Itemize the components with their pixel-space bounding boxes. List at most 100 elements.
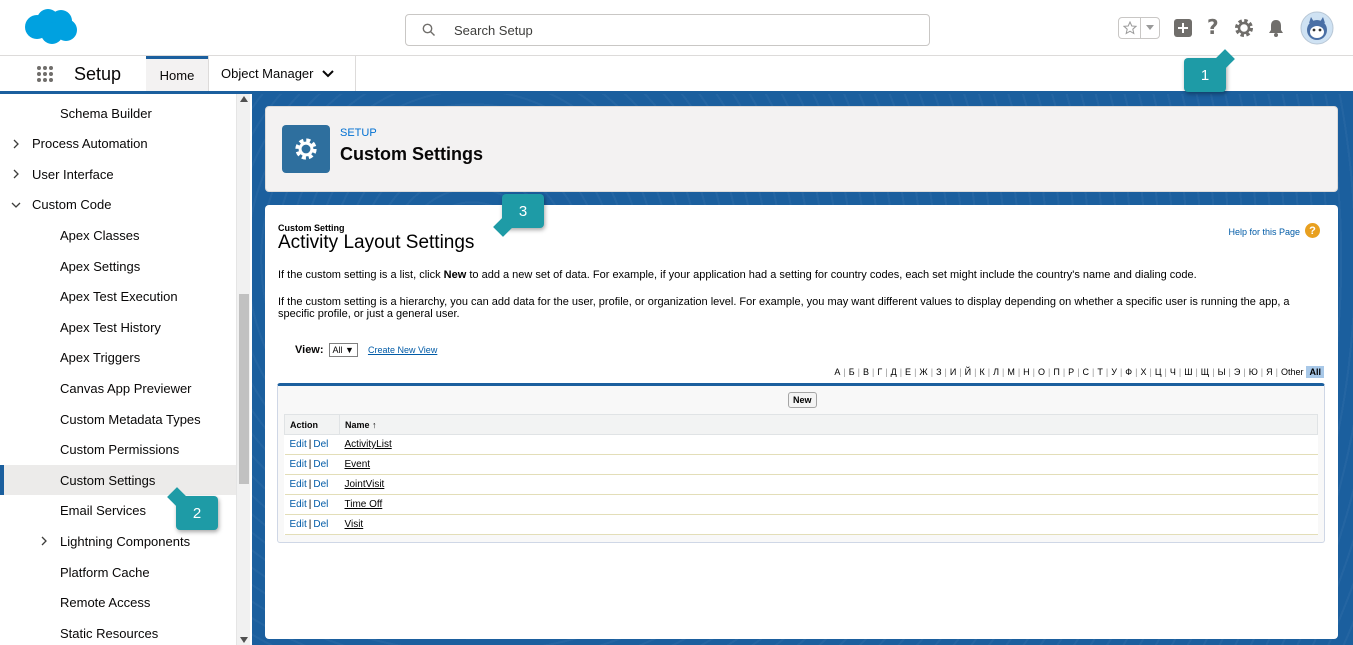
chevron-right-icon[interactable]: [10, 139, 22, 149]
record-name-link[interactable]: Visit: [345, 519, 364, 530]
alphabet-letter[interactable]: И: [950, 367, 956, 377]
record-name-link[interactable]: ActivityList: [345, 439, 392, 450]
sidebar-item-user-interface[interactable]: User Interface: [0, 159, 236, 189]
favorites-group[interactable]: [1118, 17, 1160, 39]
sidebar-item-label: Apex Test History: [60, 319, 161, 335]
alphabet-letter[interactable]: Я: [1266, 367, 1273, 377]
record-name-link[interactable]: JointVisit: [345, 479, 385, 490]
sidebar-item-apex-test-execution[interactable]: Apex Test Execution: [0, 282, 236, 312]
alphabet-letter[interactable]: Ж: [919, 367, 927, 377]
scroll-thumb[interactable]: [239, 294, 249, 484]
search-box[interactable]: [405, 14, 930, 46]
sidebar-item-apex-settings[interactable]: Apex Settings: [0, 251, 236, 281]
delete-link[interactable]: Del: [313, 499, 328, 510]
alphabet-letter[interactable]: Щ: [1201, 367, 1209, 377]
alphabet-letter[interactable]: Б: [849, 367, 855, 377]
delete-link[interactable]: Del: [313, 439, 328, 450]
app-launcher-icon[interactable]: [36, 65, 54, 86]
delete-link[interactable]: Del: [313, 479, 328, 490]
alphabet-letter[interactable]: О: [1038, 367, 1045, 377]
sidebar-item-custom-metadata-types[interactable]: Custom Metadata Types: [0, 404, 236, 434]
column-header-name[interactable]: Name ↑: [339, 414, 1318, 435]
alphabet-letter[interactable]: Х: [1140, 367, 1146, 377]
delete-link[interactable]: Del: [313, 459, 328, 470]
add-icon[interactable]: [1174, 19, 1192, 40]
salesforce-logo-icon[interactable]: [22, 8, 78, 49]
alphabet-letter[interactable]: Э: [1234, 367, 1240, 377]
chevron-down-icon[interactable]: [1141, 18, 1159, 38]
gear-icon[interactable]: [1233, 17, 1255, 42]
sidebar-item-custom-settings[interactable]: Custom Settings: [0, 465, 236, 496]
create-new-view-link[interactable]: Create New View: [368, 345, 437, 355]
scroll-down-arrow-icon[interactable]: [240, 637, 248, 643]
tab-home-label: Home: [159, 67, 195, 83]
alphabet-letter[interactable]: Н: [1023, 367, 1030, 377]
edit-link[interactable]: Edit: [290, 519, 307, 530]
alphabet-letter[interactable]: Д: [891, 367, 897, 377]
alphabet-letter[interactable]: Other: [1281, 367, 1304, 377]
alphabet-letter[interactable]: Й: [965, 367, 971, 377]
alphabet-letter[interactable]: У: [1111, 367, 1117, 377]
sidebar-item-process-automation[interactable]: Process Automation: [0, 129, 236, 159]
alphabet-letter[interactable]: Т: [1097, 367, 1103, 377]
tab-object-manager[interactable]: Object Manager: [208, 56, 356, 91]
alphabet-letter[interactable]: А: [834, 367, 840, 377]
record-name-link[interactable]: Time Off: [345, 499, 383, 510]
sidebar-item-lightning-components[interactable]: Lightning Components: [0, 526, 236, 556]
sidebar-item-platform-cache[interactable]: Platform Cache: [0, 557, 236, 587]
sidebar-item-remote-access[interactable]: Remote Access: [0, 588, 236, 618]
sidebar-item-schema-builder[interactable]: Schema Builder: [0, 98, 236, 128]
alphabet-letter[interactable]: Л: [993, 367, 999, 377]
alphabet-letter[interactable]: Ч: [1170, 367, 1176, 377]
sidebar-item-custom-permissions[interactable]: Custom Permissions: [0, 435, 236, 465]
chevron-right-icon[interactable]: [38, 536, 50, 546]
help-circle-icon[interactable]: ?: [1305, 223, 1320, 238]
separator: |: [899, 367, 903, 377]
separator: |: [1228, 367, 1231, 377]
alphabet-letter[interactable]: П: [1053, 367, 1059, 377]
alphabet-letter[interactable]: М: [1007, 367, 1015, 377]
help-icon[interactable]: ?: [1206, 15, 1220, 41]
avatar[interactable]: [1300, 11, 1334, 48]
star-icon[interactable]: [1119, 18, 1141, 38]
delete-link[interactable]: Del: [313, 519, 328, 530]
alphabet-letter[interactable]: Р: [1068, 367, 1074, 377]
alphabet-letter[interactable]: Ц: [1155, 367, 1162, 377]
alphabet-letter[interactable]: Ы: [1218, 367, 1226, 377]
sidebar-scrollbar[interactable]: [236, 94, 250, 645]
alphabet-letter[interactable]: Ф: [1125, 367, 1132, 377]
alphabet-letter[interactable]: К: [979, 367, 984, 377]
record-name-link[interactable]: Event: [345, 459, 371, 470]
chevron-down-icon[interactable]: [321, 69, 334, 78]
chevron-right-icon[interactable]: [10, 169, 22, 179]
alphabet-letter[interactable]: Ю: [1249, 367, 1258, 377]
alphabet-letter[interactable]: Е: [905, 367, 911, 377]
alphabet-letter[interactable]: Ш: [1184, 367, 1192, 377]
alphabet-letter[interactable]: Г: [877, 367, 882, 377]
alphabet-letter[interactable]: С: [1083, 367, 1090, 377]
sidebar-item-apex-triggers[interactable]: Apex Triggers: [0, 343, 236, 373]
edit-link[interactable]: Edit: [290, 459, 307, 470]
new-button[interactable]: New: [788, 392, 817, 408]
tab-home[interactable]: Home: [146, 56, 208, 91]
alphabet-letter[interactable]: В: [863, 367, 869, 377]
sidebar-item-canvas-app-previewer[interactable]: Canvas App Previewer: [0, 373, 236, 403]
view-select[interactable]: All ▼: [328, 343, 358, 357]
row-name: JointVisit: [339, 474, 1318, 495]
sidebar-item-custom-code[interactable]: Custom Code: [0, 190, 236, 220]
sidebar-item-static-resources[interactable]: Static Resources: [0, 618, 236, 645]
bell-icon[interactable]: [1267, 19, 1285, 40]
table-row: Edit | Del ActivityList: [284, 434, 1318, 455]
edit-link[interactable]: Edit: [290, 479, 307, 490]
edit-link[interactable]: Edit: [290, 499, 307, 510]
search-input[interactable]: [454, 16, 914, 44]
sidebar-item-apex-classes[interactable]: Apex Classes: [0, 220, 236, 250]
sidebar-item-apex-test-history[interactable]: Apex Test History: [0, 312, 236, 342]
list-setting-description: If the custom setting is a list, click N…: [278, 269, 1318, 281]
alphabet-letter[interactable]: З: [936, 367, 941, 377]
alphabet-all[interactable]: All: [1306, 366, 1324, 378]
chevron-down-icon[interactable]: [10, 201, 22, 209]
edit-link[interactable]: Edit: [290, 439, 307, 450]
scroll-up-arrow-icon[interactable]: [240, 96, 248, 102]
help-for-page-link[interactable]: Help for this Page: [1228, 227, 1300, 237]
